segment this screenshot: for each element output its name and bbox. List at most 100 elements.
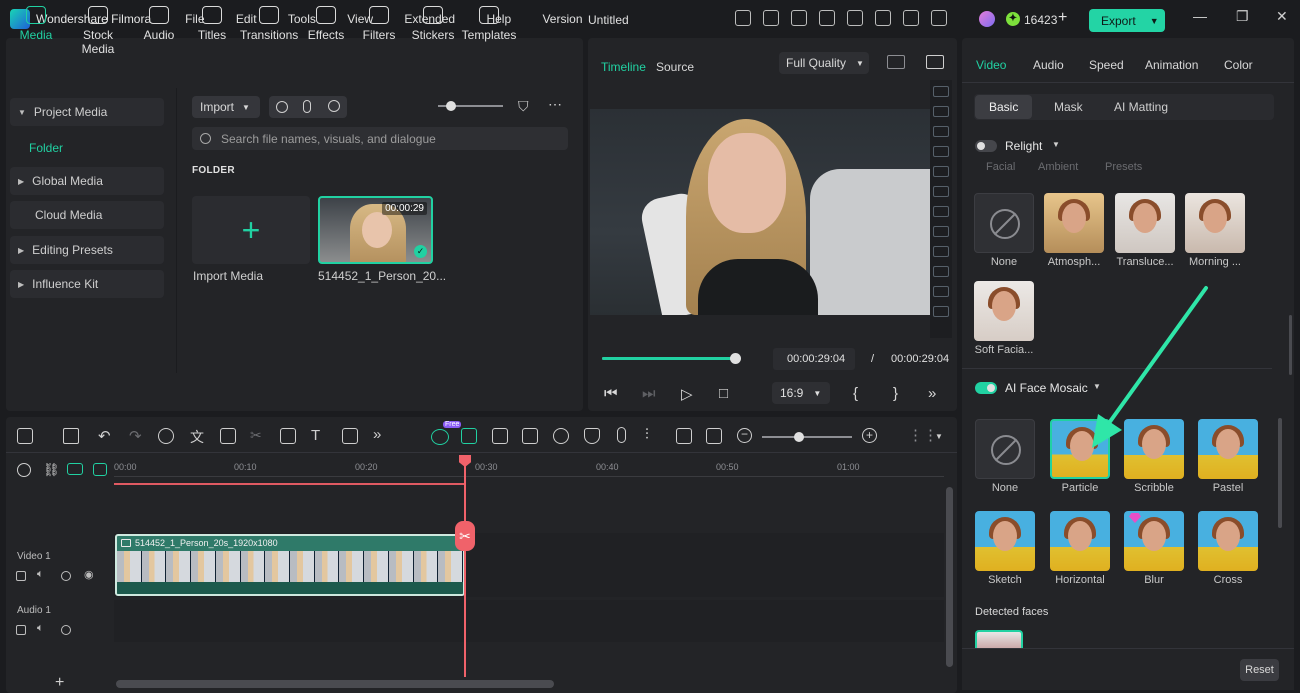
layout-icon[interactable]: [819, 10, 835, 26]
lock-icon[interactable]: [16, 571, 26, 581]
lock-icon[interactable]: [16, 625, 26, 635]
mark-out-icon[interactable]: }: [893, 385, 898, 402]
import-media-tile[interactable]: +: [192, 196, 310, 264]
rotate-icon[interactable]: [553, 428, 569, 444]
video-preview[interactable]: [590, 109, 930, 315]
subtab-mask[interactable]: Mask: [1054, 100, 1083, 114]
more-options-icon[interactable]: ⋯: [548, 96, 562, 113]
snapshot-icon[interactable]: [926, 55, 944, 69]
speaker-icon[interactable]: 🔈︎: [37, 622, 44, 635]
mosaic-style-none[interactable]: [975, 419, 1035, 479]
relight-preset-atmosphere[interactable]: [1044, 193, 1104, 253]
layout-grid-icon[interactable]: [17, 428, 33, 444]
detected-face-thumbnail[interactable]: [975, 630, 1023, 648]
sidebar-item-cloud-media[interactable]: Cloud Media: [10, 201, 164, 229]
redo-icon[interactable]: ↷: [129, 427, 142, 445]
close-icon[interactable]: ✕: [1276, 8, 1288, 25]
apps-grid-icon[interactable]: [931, 10, 947, 26]
unlink-icon[interactable]: ⛓: [43, 462, 60, 478]
mark-in-icon[interactable]: {: [853, 385, 858, 402]
headset-icon[interactable]: [903, 10, 919, 26]
sidebar-item-editing-presets[interactable]: ▶ Editing Presets: [10, 236, 164, 264]
relight-preset-soft-facial[interactable]: [974, 281, 1034, 341]
relight-toggle[interactable]: [975, 140, 997, 152]
crop-icon[interactable]: [280, 428, 296, 444]
properties-scrollbar[interactable]: [1278, 418, 1282, 528]
text-icon[interactable]: T: [311, 427, 320, 444]
caret-down-icon[interactable]: ▼: [935, 432, 943, 441]
face-mosaic-toggle[interactable]: [975, 382, 997, 394]
tab-color[interactable]: Color: [1224, 58, 1253, 72]
tab-animation[interactable]: Animation: [1145, 58, 1198, 72]
tab-templates[interactable]: Templates: [460, 6, 518, 42]
track-layout-icon[interactable]: ⋮⋮: [908, 426, 938, 444]
sidebar-item-global-media[interactable]: ▶ Global Media: [10, 167, 164, 195]
timeline-horizontal-scrollbar[interactable]: [116, 680, 554, 688]
brightness-icon[interactable]: [791, 10, 807, 26]
tab-titles[interactable]: Titles: [183, 6, 241, 42]
play-icon[interactable]: ▷: [681, 385, 693, 403]
time-ruler[interactable]: [114, 476, 944, 477]
eye-icon[interactable]: ◉: [84, 568, 94, 581]
video-clip[interactable]: 514452_1_Person_20s_1920x1080: [115, 534, 465, 596]
record-screen-icon[interactable]: [276, 101, 288, 113]
relight-preset-translucent[interactable]: [1115, 193, 1175, 253]
tab-timeline[interactable]: Timeline: [601, 60, 646, 74]
slider-knob[interactable]: [446, 101, 456, 111]
add-track-icon[interactable]: +: [55, 674, 64, 692]
tab-audio[interactable]: Audio: [130, 6, 188, 42]
sidebar-item-folder[interactable]: Folder: [29, 141, 63, 155]
mosaic-style-horizontal[interactable]: [1050, 511, 1110, 571]
ai-voice-icon[interactable]: [328, 100, 340, 112]
outer-scrollbar[interactable]: [1289, 315, 1292, 375]
microphone-icon[interactable]: [303, 100, 311, 113]
ai-copilot-icon[interactable]: [431, 429, 449, 445]
tab-stickers[interactable]: Stickers: [404, 6, 462, 42]
caret-down-icon[interactable]: ▼: [1052, 140, 1060, 149]
tab-speed[interactable]: Speed: [1089, 58, 1124, 72]
relight-mode-facial[interactable]: Facial: [986, 161, 1015, 173]
zoom-in-icon[interactable]: +: [862, 428, 877, 443]
speed-icon[interactable]: [158, 428, 174, 444]
split-screen-icon[interactable]: [706, 428, 722, 444]
minimize-icon[interactable]: —: [1193, 8, 1207, 24]
grid-view-icon[interactable]: [887, 55, 905, 69]
effects-toggle-icon[interactable]: [61, 571, 71, 581]
tab-media[interactable]: Media: [7, 6, 65, 42]
relight-mode-presets[interactable]: Presets: [1105, 161, 1142, 173]
shield-icon[interactable]: [584, 428, 600, 444]
cloud-upload-icon[interactable]: [875, 10, 891, 26]
tab-effects[interactable]: Effects: [297, 6, 355, 42]
effects-toggle-icon[interactable]: [61, 625, 71, 635]
tab-transitions[interactable]: Transitions: [240, 6, 298, 42]
tab-filters[interactable]: Filters: [350, 6, 408, 42]
gift-icon[interactable]: [735, 10, 751, 26]
timeline-vertical-scrollbar[interactable]: [946, 487, 953, 667]
timeline-zoom-slider[interactable]: [762, 436, 852, 438]
stop-icon[interactable]: □: [719, 385, 728, 402]
menu-version[interactable]: Version: [542, 12, 582, 26]
quality-dropdown[interactable]: Full Quality ▼: [779, 52, 869, 74]
link-icon[interactable]: [67, 463, 83, 475]
save-icon[interactable]: [847, 10, 863, 26]
zoom-slider-knob[interactable]: [794, 432, 804, 442]
undo-icon[interactable]: ↶: [98, 427, 111, 445]
subtab-basic[interactable]: Basic: [989, 100, 1018, 114]
more-controls-icon[interactable]: »: [928, 385, 936, 402]
split-scissor-icon[interactable]: ✂: [455, 521, 475, 551]
avatar[interactable]: [979, 11, 995, 27]
cut-icon[interactable]: ✂: [250, 427, 262, 444]
import-button[interactable]: Import ▼: [192, 96, 260, 118]
aspect-ratio-dropdown[interactable]: 16:9 ▼: [772, 382, 830, 404]
send-icon[interactable]: [763, 10, 779, 26]
add-credits-icon[interactable]: +: [1058, 9, 1067, 27]
relight-mode-ambient[interactable]: Ambient: [1038, 161, 1078, 173]
next-frame-icon[interactable]: ⏭: [642, 385, 656, 402]
auto-sync-icon[interactable]: [461, 428, 477, 444]
sidebar-item-project-media[interactable]: ▼ Project Media: [10, 98, 164, 126]
voiceover-mic-icon[interactable]: [617, 427, 626, 443]
settings-gear-icon[interactable]: [17, 463, 31, 477]
playhead-line[interactable]: [464, 457, 466, 677]
speaker-icon[interactable]: 🔈︎: [37, 568, 44, 581]
sidebar-item-influence-kit[interactable]: ▶ Influence Kit: [10, 270, 164, 298]
